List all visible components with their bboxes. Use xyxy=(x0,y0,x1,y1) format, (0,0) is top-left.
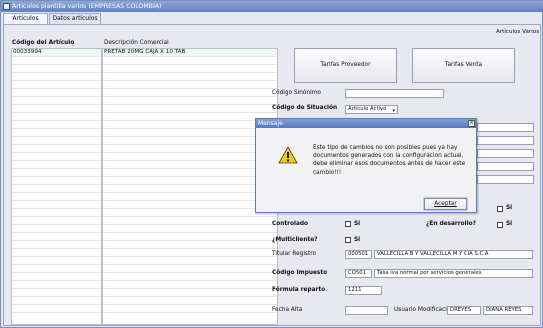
aceptar-button[interactable]: Aceptar xyxy=(423,197,468,211)
articulos-varios-label: Artículos Varios xyxy=(496,29,540,35)
close-icon[interactable]: × xyxy=(468,120,475,127)
message-line: documentos generados con la configuracio… xyxy=(313,153,464,160)
tab-label: Datos artículos xyxy=(52,15,98,22)
tarifas-proveedor-button[interactable]: Tarifas Proveedor xyxy=(294,48,397,83)
tab-datos-articulos[interactable]: Datos artículos xyxy=(49,13,101,24)
dialog-title-bar[interactable]: Mensaje xyxy=(256,119,476,128)
impuesto-code-input[interactable]: CO501 xyxy=(345,269,372,278)
app-icon xyxy=(3,3,10,10)
multicliente-label: ¿Multicliente? xyxy=(272,237,318,243)
app-window: Artículos plantilla varios (EMPRESAS COL… xyxy=(0,0,543,328)
cell-description: PRETAB 20MG CAJA X 10 TAB xyxy=(104,49,186,55)
codigo-situacion-select[interactable]: Artículo Activo ▾ xyxy=(345,105,398,114)
controlado-checkbox[interactable] xyxy=(345,221,351,227)
formula-input[interactable]: 1211 xyxy=(345,286,382,295)
field-right-3[interactable] xyxy=(477,149,534,158)
title-bar[interactable]: Artículos plantilla varios (EMPRESAS COL… xyxy=(1,1,543,12)
impuesto-label: Código Impuesto xyxy=(272,270,328,276)
titular-name-input[interactable]: VALLECILLA B Y VALLECILLA M Y CIA S.C.A xyxy=(374,250,533,259)
codigo-sinonimo-input[interactable] xyxy=(345,89,444,98)
message-dialog: Mensaje × Este tipo de cambios no son po… xyxy=(255,118,477,213)
usuario-name-input[interactable]: DIANA REYES xyxy=(483,306,533,315)
fecha-alta-input[interactable] xyxy=(345,306,388,315)
cell-code: 00033994 xyxy=(13,49,42,55)
field-right-4[interactable] xyxy=(477,162,534,171)
codigo-situacion-label: Código de Situación xyxy=(272,105,338,111)
usuario-code-input[interactable]: DREYES xyxy=(447,306,481,315)
top-right-checkbox[interactable] xyxy=(497,206,503,212)
si-label: Si xyxy=(506,205,513,211)
impuesto-desc-input[interactable]: Tasa iva normal por servicios generales xyxy=(374,269,533,278)
header-code: Código del Artículo xyxy=(12,40,75,46)
articles-grid: Código del Artículo Descripción Comercia… xyxy=(11,40,278,325)
controlado-label: Controlado xyxy=(272,221,309,227)
table-row[interactable]: 00033994 xyxy=(12,49,101,57)
si-label: Si xyxy=(506,221,513,227)
dialog-message: Este tipo de cambios no son posibles pue… xyxy=(313,144,473,177)
multicliente-checkbox[interactable] xyxy=(345,237,351,243)
header-description: Descripción Comercial xyxy=(104,40,169,46)
formula-label: Fórmula reparto xyxy=(272,287,326,293)
codigo-sinonimo-label: Código Sinónimo xyxy=(272,90,321,96)
tab-label: Artículos xyxy=(12,15,39,22)
message-line: cambio!!! xyxy=(313,169,342,176)
en-desarrollo-label: ¿En desarrollo? xyxy=(426,221,476,227)
window-title: Artículos plantilla varios (EMPRESAS COL… xyxy=(12,3,162,10)
tarifas-venta-button[interactable]: Tarifas Venta xyxy=(412,48,515,83)
chevron-down-icon: ▾ xyxy=(392,108,395,114)
warning-icon xyxy=(278,146,298,166)
en-desarrollo-checkbox[interactable] xyxy=(497,222,503,228)
si-label: Si xyxy=(354,237,361,243)
fecha-alta-label: Fecha Alta xyxy=(272,307,303,313)
message-line: debe eliminar esos documentos antes de h… xyxy=(313,161,466,168)
code-column[interactable]: 00033994 xyxy=(11,48,102,325)
dialog-title: Mensaje xyxy=(258,120,283,127)
titular-code-input[interactable]: 000501 xyxy=(345,250,372,259)
usuario-label: Usuario Modificación xyxy=(394,307,455,313)
field-right-2[interactable] xyxy=(477,136,534,145)
selected-value: Artículo Activo xyxy=(348,106,387,112)
description-column[interactable]: PRETAB 20MG CAJA X 10 TAB xyxy=(102,48,278,325)
table-row[interactable]: PRETAB 20MG CAJA X 10 TAB xyxy=(103,49,277,57)
message-line: Este tipo de cambios no son posibles pue… xyxy=(313,145,458,151)
titular-label: Titular Registro xyxy=(272,251,317,257)
si-label: Si xyxy=(354,221,361,227)
field-right-1[interactable] xyxy=(477,123,534,132)
field-right-5[interactable] xyxy=(477,175,534,184)
